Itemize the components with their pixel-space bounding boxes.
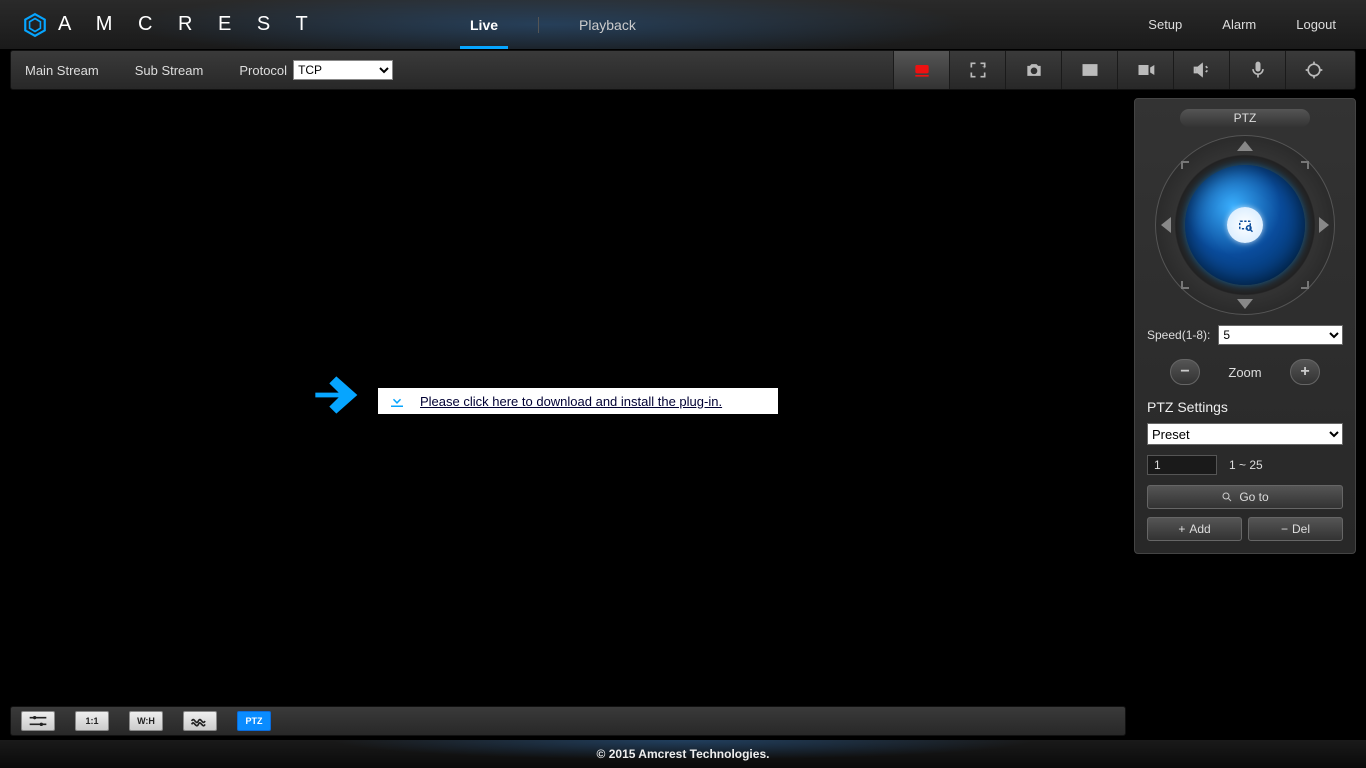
crosshair-icon — [1304, 60, 1324, 80]
link-alarm[interactable]: Alarm — [1222, 17, 1256, 32]
speaker-icon — [1192, 60, 1212, 80]
camera-icon — [1024, 60, 1044, 80]
picture-button[interactable] — [1061, 51, 1117, 89]
preset-number-row: 1 ~ 25 — [1147, 455, 1343, 475]
record-icon — [912, 60, 932, 80]
protocol-label: Protocol — [239, 63, 287, 78]
toolbar-icons: + — [893, 51, 1341, 89]
ptz-settings-title: PTZ Settings — [1147, 399, 1343, 415]
copyright-text: © 2015 Amcrest Technologies. — [597, 747, 770, 761]
preset-select[interactable]: Preset — [1147, 423, 1343, 445]
zoom-out-button[interactable]: − — [1170, 359, 1200, 385]
record-button[interactable] — [893, 51, 949, 89]
ptz-title: PTZ — [1180, 109, 1310, 127]
ptz-toggle-button[interactable]: PTZ — [237, 711, 271, 731]
mic-icon — [1248, 60, 1268, 80]
sub-toolbar: Main Stream Sub Stream Protocol TCP + — [10, 50, 1356, 90]
ptz-down-button[interactable] — [1237, 299, 1253, 309]
video-button[interactable] — [1117, 51, 1173, 89]
sliders-icon — [28, 714, 48, 728]
main-stream-button[interactable]: Main Stream — [25, 63, 99, 78]
minus-icon: − — [1281, 522, 1288, 536]
nav-separator — [538, 17, 539, 33]
speed-row: Speed(1-8): 5 — [1147, 325, 1343, 345]
speaker-button[interactable] — [1173, 51, 1229, 89]
ptz-upright-button[interactable] — [1301, 161, 1309, 169]
speed-select[interactable]: 5 — [1218, 325, 1343, 345]
add-button[interactable]: + Add — [1147, 517, 1242, 541]
footer: © 2015 Amcrest Technologies. — [0, 740, 1366, 768]
add-del-row: + Add −Del — [1147, 517, 1343, 541]
snapshot-button[interactable] — [1005, 51, 1061, 89]
zoom-label: Zoom — [1200, 365, 1290, 380]
search-icon — [1221, 491, 1233, 503]
link-logout[interactable]: Logout — [1296, 17, 1336, 32]
ptz-downleft-button[interactable] — [1181, 281, 1189, 289]
del-button[interactable]: −Del — [1248, 517, 1343, 541]
brand-text: A M C R E S T — [58, 13, 318, 36]
bottom-toolbar: 1:1 W:H PTZ — [10, 706, 1126, 736]
adjust-button[interactable] — [21, 711, 55, 731]
svg-text:+: + — [982, 64, 986, 71]
aspect-ratio-button[interactable]: W:H — [129, 711, 163, 731]
sub-stream-button[interactable]: Sub Stream — [135, 63, 204, 78]
wave-icon — [190, 714, 210, 728]
video-icon — [1136, 60, 1156, 80]
ptz-downright-button[interactable] — [1301, 281, 1309, 289]
del-label: Del — [1292, 522, 1310, 536]
nav-right: Setup Alarm Logout — [1148, 17, 1336, 32]
target-button[interactable] — [1285, 51, 1341, 89]
ptz-panel: PTZ Speed(1-8): 5 − Zoom + PTZ Settings … — [1134, 98, 1356, 554]
original-size-button[interactable]: 1:1 — [75, 711, 109, 731]
zoom-row: − Zoom + — [1147, 359, 1343, 385]
protocol-select[interactable]: TCP — [293, 60, 393, 80]
preset-number-input[interactable] — [1147, 455, 1217, 475]
add-label: Add — [1189, 522, 1210, 536]
logo-hex-icon — [22, 12, 48, 38]
plugin-download-link[interactable]: Please click here to download and instal… — [420, 394, 722, 409]
zoom-in-button[interactable]: + — [1290, 359, 1320, 385]
header-bar: A M C R E S T Live Playback Setup Alarm … — [0, 0, 1366, 50]
fluency-button[interactable] — [183, 711, 217, 731]
ptz-up-button[interactable] — [1237, 141, 1253, 151]
video-area: Please click here to download and instal… — [10, 92, 1126, 706]
download-icon — [388, 392, 406, 410]
picture-icon — [1080, 60, 1100, 80]
ptz-upleft-button[interactable] — [1181, 161, 1189, 169]
plugin-download-banner: Please click here to download and instal… — [378, 388, 778, 414]
ptz-scan-icon — [1236, 216, 1254, 234]
tab-live[interactable]: Live — [470, 0, 498, 49]
fullscreen-button[interactable]: + — [949, 51, 1005, 89]
ptz-center-button[interactable] — [1227, 207, 1263, 243]
fullscreen-icon: + — [968, 60, 988, 80]
speed-label: Speed(1-8): — [1147, 328, 1210, 342]
preset-range-label: 1 ~ 25 — [1229, 458, 1263, 472]
nav-main: Live Playback — [470, 0, 636, 49]
goto-button[interactable]: Go to — [1147, 485, 1343, 509]
mic-button[interactable] — [1229, 51, 1285, 89]
goto-label: Go to — [1239, 490, 1268, 504]
plus-icon: + — [1178, 522, 1185, 536]
ptz-wheel — [1155, 135, 1335, 315]
brand-logo: A M C R E S T — [22, 12, 318, 38]
ptz-right-button[interactable] — [1319, 217, 1329, 233]
arrow-indicator-icon — [306, 367, 362, 423]
ptz-left-button[interactable] — [1161, 217, 1171, 233]
tab-playback[interactable]: Playback — [579, 0, 636, 49]
link-setup[interactable]: Setup — [1148, 17, 1182, 32]
